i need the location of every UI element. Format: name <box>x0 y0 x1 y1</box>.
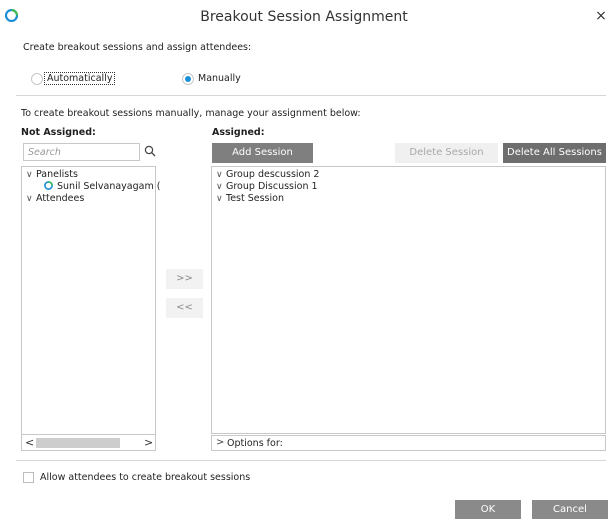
ok-button[interactable]: OK <box>455 500 521 519</box>
tree-node-label: Panelists <box>36 169 78 180</box>
window-title: Breakout Session Assignment <box>200 9 408 25</box>
not-assigned-panel[interactable]: ∨ Panelists Sunil Selvanayagam ( ∨ Attende… <box>21 166 160 451</box>
scrollbar-thumb[interactable] <box>36 438 120 448</box>
assigned-panel[interactable]: ∨ Group descussion 2 ∨ Group Discussion 1 … <box>211 166 606 434</box>
session-label: Test Session <box>226 193 284 204</box>
horizontal-scrollbar[interactable]: < > <box>22 434 155 450</box>
session-label: Group descussion 2 <box>226 169 320 180</box>
title-bar: Breakout Session Assignment × <box>0 0 608 34</box>
session-label: Group Discussion 1 <box>226 181 318 192</box>
not-assigned-heading: Not Assigned: <box>21 127 96 138</box>
close-button[interactable]: × <box>594 6 608 26</box>
delete-all-sessions-button[interactable]: Delete All Sessions <box>503 143 606 163</box>
search-placeholder: Search <box>28 147 61 158</box>
assigned-heading: Assigned: <box>212 127 265 138</box>
footer-divider <box>16 460 606 461</box>
delete-session-button[interactable]: Delete Session <box>395 143 498 163</box>
chevron-down-icon[interactable]: ∨ <box>216 194 226 204</box>
automatically-radio[interactable] <box>31 73 43 85</box>
manage-text: To create breakout sessions manually, ma… <box>21 108 361 119</box>
manually-radio[interactable] <box>182 73 194 85</box>
search-icon[interactable] <box>144 145 156 157</box>
unassign-button[interactable]: << <box>166 298 203 318</box>
scroll-left-icon[interactable]: < <box>25 436 34 449</box>
chevron-down-icon[interactable]: ∨ <box>26 194 36 204</box>
allow-create-checkbox[interactable] <box>23 472 34 483</box>
options-label: Options for: <box>227 438 283 449</box>
session-node[interactable]: ∨ Test Session <box>216 193 284 204</box>
options-bar[interactable]: > Options for: <box>211 435 606 451</box>
assign-button[interactable]: >> <box>166 269 203 289</box>
chevron-down-icon[interactable]: ∨ <box>216 182 226 192</box>
tree-node-panelists[interactable]: ∨ Panelists <box>26 169 78 180</box>
section-divider <box>16 95 606 96</box>
chevron-right-icon[interactable]: > <box>216 437 224 448</box>
add-session-button[interactable]: Add Session <box>212 143 313 163</box>
cancel-button[interactable]: Cancel <box>532 500 608 519</box>
chevron-down-icon[interactable]: ∨ <box>26 170 36 180</box>
automatically-label[interactable]: Automatically <box>44 72 116 85</box>
tree-node-label: Attendees <box>36 193 85 204</box>
intro-text: Create breakout sessions and assign atte… <box>23 42 252 53</box>
scroll-right-icon[interactable]: > <box>144 436 153 449</box>
tree-node-panelist-user[interactable]: Sunil Selvanayagam ( <box>44 181 160 192</box>
session-node[interactable]: ∨ Group Discussion 1 <box>216 181 318 192</box>
allow-create-label[interactable]: Allow attendees to create breakout sessi… <box>40 472 250 483</box>
tree-node-attendees[interactable]: ∨ Attendees <box>26 193 84 204</box>
chevron-down-icon[interactable]: ∨ <box>216 170 226 180</box>
presence-icon <box>44 181 53 190</box>
tree-node-label: Sunil Selvanayagam ( <box>57 181 161 192</box>
manually-label[interactable]: Manually <box>198 73 241 84</box>
search-input[interactable]: Search <box>23 143 140 161</box>
session-node[interactable]: ∨ Group descussion 2 <box>216 169 319 180</box>
